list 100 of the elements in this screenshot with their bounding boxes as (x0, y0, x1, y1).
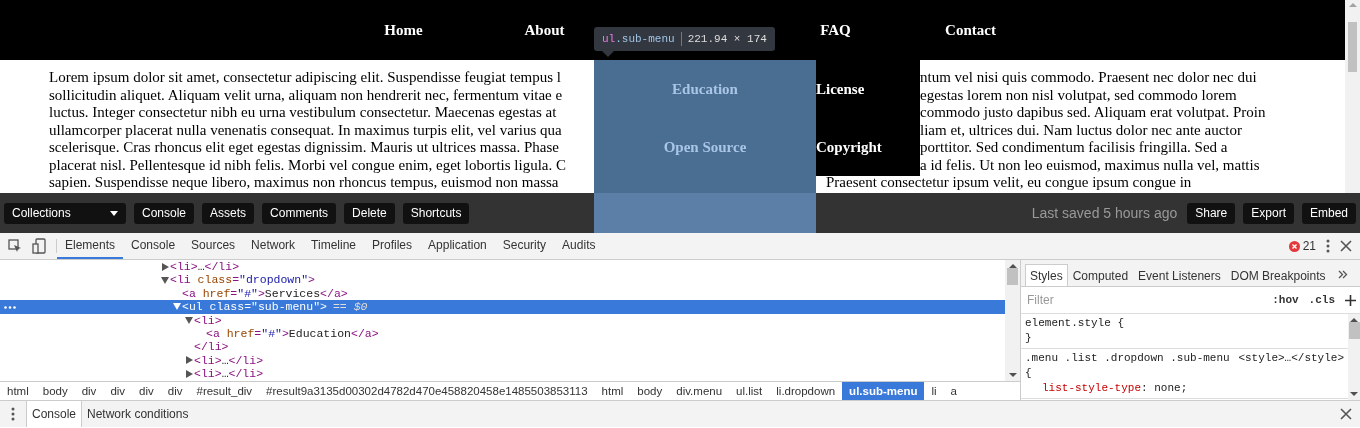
breadcrumb[interactable]: body (35, 382, 75, 400)
dom-node[interactable]: <li> (194, 313, 222, 327)
panel-tab[interactable]: Sources (183, 233, 244, 259)
drawer-tab[interactable]: Console (26, 401, 83, 427)
panel-tab[interactable]: Network (243, 233, 304, 259)
toolbar-button[interactable]: Comments (262, 202, 337, 224)
panel-tab[interactable]: Security (494, 233, 555, 259)
dom-node[interactable]: <a href="#">Education</a> (206, 326, 379, 341)
css-brace: { (1025, 366, 1033, 381)
error-icon (1288, 240, 1300, 252)
breadcrumb[interactable]: ul.list (729, 382, 770, 400)
node-reference: == $0 (332, 300, 368, 314)
chevron-right-icon[interactable] (1338, 270, 1349, 279)
save-status: Last saved 5 hours ago (1031, 205, 1178, 221)
selected-row-highlight[interactable]: <ul class="sub-menu"> == $0 (0, 300, 1005, 314)
plus-icon[interactable] (1345, 294, 1356, 306)
dom-node[interactable]: <li class="dropdown"> (170, 273, 315, 287)
panel-tab[interactable]: Audits (554, 233, 604, 259)
expand-triangle-icon[interactable] (161, 276, 169, 284)
class-toggle[interactable]: .cls (1308, 294, 1335, 306)
breadcrumb[interactable]: a (943, 382, 964, 400)
device-icon[interactable] (32, 238, 46, 254)
toolbar-button[interactable]: Console (134, 202, 195, 224)
dom-node[interactable]: </li> (194, 340, 229, 354)
pane-tab[interactable]: DOM Breakpoints (1225, 264, 1331, 286)
panel-tab[interactable]: Console (123, 233, 184, 259)
toolbar-button[interactable]: Share (1187, 202, 1236, 224)
menu-link[interactable]: License (816, 80, 865, 98)
toolbar-button[interactable]: Assets (202, 202, 255, 224)
panel-tab[interactable]: Elements (57, 233, 124, 259)
breadcrumb[interactable]: div (160, 382, 190, 400)
toolbar-button[interactable]: Embed (1301, 202, 1356, 224)
body-text-line: commodo justo dapibus sed. Aliquam erat volutpat. Proin (920, 104, 1266, 122)
panel-tab[interactable]: Timeline (303, 233, 364, 259)
body-text-line: scelerisque. Cras rhoncus elit eget egestas dignissim. Mauris ut ultrices massa. Phase (49, 139, 560, 157)
panel-tab[interactable]: Profiles (364, 233, 421, 259)
dom-node[interactable]: <li>…</li> (170, 260, 240, 274)
element-selector: ul.sub-menu (602, 33, 675, 45)
body-text-line: placerat nisl. Pellentesque id nibh felis. Morbi vel congue enim, eget lobortis ligula. C (49, 156, 567, 174)
css-brace: } (1025, 331, 1033, 346)
body-text-line: sapien. Suspendisse neque libero, maximus non rhoncus tempus, euismod non massa (49, 174, 560, 192)
expand-triangle-icon[interactable] (185, 316, 193, 324)
element-size: 221.94 × 174 (687, 33, 767, 45)
body-text-line: ullamcorper placerat nulla venenatis consequat. In maximus turpis elit, vel varius qua (49, 121, 563, 139)
error-counter[interactable]: 21 (1288, 239, 1316, 253)
menu-link[interactable]: Copyright (816, 138, 882, 156)
toolbar-button[interactable]: Export (1243, 202, 1294, 224)
source-link[interactable]: <style>…</style> (1238, 351, 1344, 366)
breadcrumb[interactable]: ul.sub-menu (842, 382, 925, 400)
breadcrumb[interactable]: body (630, 382, 670, 400)
ellipsis-icon[interactable] (4, 306, 16, 310)
drawer-tab[interactable]: Network conditions (82, 401, 194, 427)
toolbar-button[interactable]: Delete (344, 202, 395, 224)
scrollbar[interactable] (1345, 0, 1360, 193)
body-text-line: porttitor. Sed condimentum facilisis fringilla. Sed a (920, 139, 1229, 157)
dom-node[interactable]: <li>…</li> (194, 353, 264, 368)
nav-link[interactable]: Home (333, 21, 474, 39)
close-icon[interactable] (1340, 240, 1352, 252)
breadcrumb[interactable]: html (0, 382, 36, 400)
toolbar-button[interactable]: Shortcuts (402, 202, 470, 224)
dom-node[interactable]: <li>…</li> (194, 367, 264, 381)
close-icon[interactable] (1340, 408, 1352, 420)
scrollbar[interactable] (1005, 260, 1020, 381)
caret-icon (110, 210, 118, 216)
css-declaration: list-style-type: none; (1041, 381, 1189, 396)
breadcrumb[interactable]: li (924, 382, 944, 400)
body-text-line: Praesent consectetur ipsum velit, eu congue ipsum congue in (826, 174, 1193, 192)
css-selector: .menu .list .dropdown .sub-menu (1025, 351, 1230, 366)
pane-tab[interactable]: Event Listeners (1133, 264, 1226, 286)
pane-tab[interactable]: Styles (1025, 264, 1068, 286)
collapse-triangle-icon[interactable] (185, 356, 193, 365)
breadcrumb[interactable]: div.menu (669, 382, 730, 400)
collections-dropdown[interactable]: Collections (4, 202, 126, 224)
dom-node[interactable]: <ul class="sub-menu"> (182, 300, 327, 314)
breadcrumb[interactable]: #result9a3135d00302d4782d470e458820458e1485503853113 (259, 382, 595, 400)
expand-triangle-icon[interactable] (173, 303, 181, 311)
nav-link[interactable]: Contact (903, 21, 1038, 39)
body-text-line: luctus. Integer consectetur nibh eu urna vestibulum consectetur. Maecenas egestas at (49, 104, 558, 122)
body-text-line: Lorem ipsum dolor sit amet, consectetur adipiscing elit. Suspendisse feugiat tempus l (49, 69, 562, 87)
breadcrumb[interactable]: #result_div (189, 382, 260, 400)
breadcrumb[interactable]: div (103, 382, 133, 400)
panel-tab[interactable]: Application (420, 233, 495, 259)
inspect-icon[interactable] (8, 239, 22, 253)
body-text-line: liam et, ultrices dui. Nam luctus dolor nec ante auctor (920, 121, 1243, 139)
collapse-triangle-icon[interactable] (185, 369, 193, 378)
dom-node[interactable]: <a href="#">Services</a> (182, 286, 348, 301)
more-options-icon[interactable] (11, 407, 15, 421)
body-text-line: egestas lorem non nisl volutpat, sed commodo lorem (920, 86, 1238, 104)
scrollbar[interactable] (1348, 314, 1360, 400)
body-text-line: a id felis. Ut non leo euismod, maximus nulla vel, mattis (920, 156, 1261, 174)
collapse-triangle-icon[interactable] (161, 262, 169, 271)
css-selector: element.style { (1025, 316, 1125, 331)
breadcrumb[interactable]: div (132, 382, 161, 400)
pane-tab[interactable]: Computed (1067, 264, 1134, 286)
breadcrumb[interactable]: html (594, 382, 631, 400)
breadcrumb[interactable]: div (74, 382, 104, 400)
hover-state-toggle[interactable]: :hov (1272, 294, 1299, 306)
breadcrumb[interactable]: li.dropdown (769, 382, 843, 400)
more-options-icon[interactable] (1326, 239, 1330, 253)
body-text-line: ntum vel nisi quis commodo. Praesent nec dolor nec dui (920, 69, 1258, 87)
